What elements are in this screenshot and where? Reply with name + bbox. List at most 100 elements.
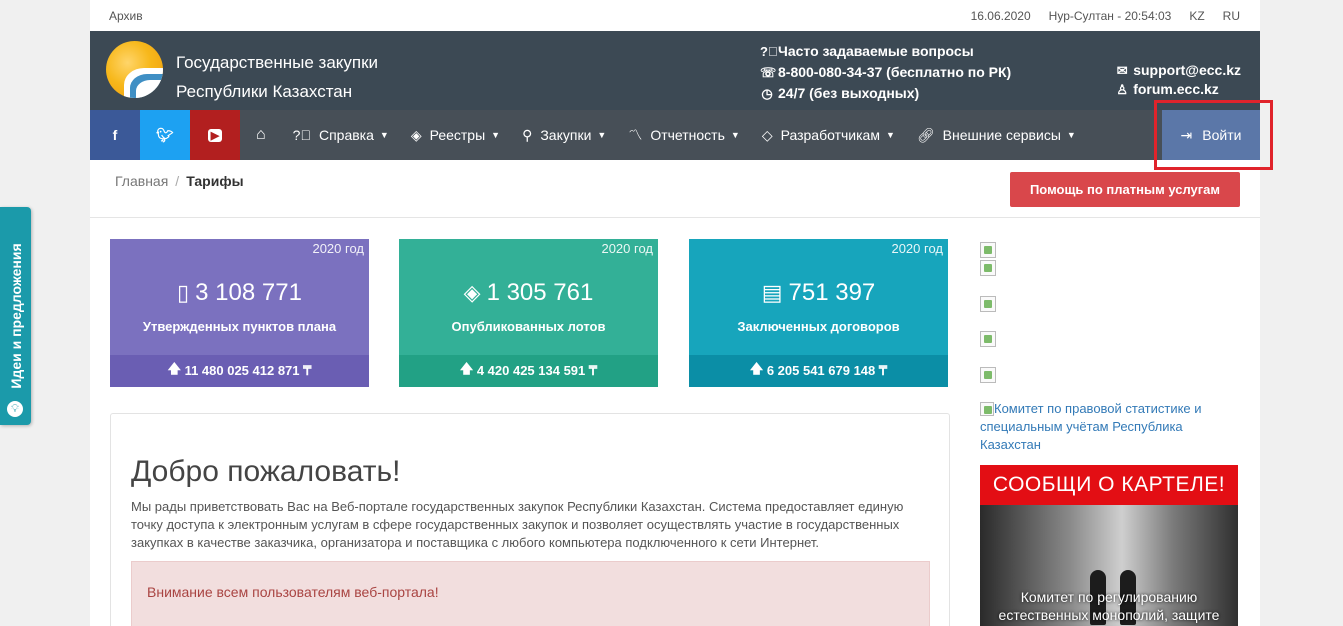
email-link[interactable]: support@ecc.kz [1133, 61, 1241, 80]
nav-external-services-label: Внешние сервисы [942, 127, 1061, 143]
caret-down-icon: ▼ [597, 130, 607, 140]
archive-link[interactable]: Архив [109, 9, 143, 23]
forum-row[interactable]: ♙ forum.ecc.kz [1115, 80, 1241, 99]
hours-row: ◷ 24/7 (без выходных) [760, 83, 1011, 104]
welcome-panel: Добро пожаловать! Мы рады приветствовать… [110, 413, 950, 626]
nav-registries-label: Реестры [429, 127, 486, 143]
page-container: Архив 16.06.2020 Нур-Султан - 20:54:03 K… [90, 0, 1260, 626]
caret-down-icon: ▼ [730, 130, 740, 140]
notebook-icon: ▯ [177, 280, 190, 305]
main-nav: f 🐦︎ ▶ ⌂ ?⃝ Справка ▼ ◈ Реестры ▼ ⚲ Заку… [90, 110, 1260, 160]
nav-developers-label: Разработчикам [780, 127, 880, 143]
nav-developers[interactable]: ◇ Разработчикам ▼ [751, 110, 906, 160]
city-time-text: Нур-Султан - 20:54:03 [1048, 9, 1172, 23]
card-label: Опубликованных лотов [451, 319, 606, 334]
card-footer: 🡅 4 420 425 134 591 ₸ [399, 355, 658, 387]
hours-text: 24/7 (без выходных) [778, 85, 920, 101]
link-icon: 🔗︎ [916, 126, 935, 143]
logo[interactable] [106, 41, 163, 98]
nav-purchases-label: Закупки [540, 127, 592, 143]
card-value: 751 397 [788, 279, 876, 306]
card-year: 2020 год [312, 241, 364, 256]
layers-icon: ◈ [463, 280, 481, 305]
phone-row: ☏ 8-800-080-34-37 (бесплатно по РК) [760, 62, 1011, 83]
ideas-tab-label: Идеи и предложения [7, 243, 24, 389]
card-value: 3 108 771 [195, 279, 302, 306]
header-links: ✉ support@ecc.kz ♙ forum.ecc.kz [1115, 61, 1241, 99]
top-strip-right: 16.06.2020 Нур-Султан - 20:54:03 KZ RU [971, 9, 1240, 23]
stat-card-plan[interactable]: 2020 год ▯ 3 108 771 Утвержденных пунктов… [110, 239, 369, 387]
email-row[interactable]: ✉ support@ecc.kz [1115, 61, 1241, 80]
card-amount: 4 420 425 134 591 ₸ [476, 363, 598, 378]
card-label: Утвержденных пунктов плана [142, 319, 337, 334]
twitter-icon: 🐦︎ [156, 126, 174, 143]
chart-line-icon: 〽 [628, 127, 643, 143]
banner-image-broken[interactable] [980, 242, 996, 258]
card-value-row: ◈ 1 305 761 [399, 279, 658, 307]
ideas-feedback-tab[interactable]: Идеи и предложения 💡︎ [0, 207, 31, 425]
alert-text: Внимание всем пользователям веб-портала! [147, 584, 439, 600]
nav-registries[interactable]: ◈ Реестры ▼ [400, 110, 511, 160]
breadcrumb-current: Тарифы [186, 173, 244, 189]
layers-icon: ◈ [410, 126, 422, 143]
attention-alert: Внимание всем пользователям веб-портала! [131, 561, 930, 626]
faq-row[interactable]: ?⃝ Часто задаваемые вопросы [760, 41, 1011, 62]
question-circle-icon: ?⃝ [292, 127, 311, 143]
banner-image-broken[interactable] [980, 331, 996, 347]
lang-ru-link[interactable]: RU [1223, 9, 1240, 23]
committee-link[interactable]: Комитет по правовой статистике и специал… [980, 400, 1225, 454]
lang-kz-link[interactable]: KZ [1189, 9, 1204, 23]
breadcrumb-separator: / [175, 173, 180, 189]
forum-link[interactable]: forum.ecc.kz [1133, 80, 1219, 99]
twitter-button[interactable]: 🐦︎ [140, 110, 190, 160]
caret-down-icon: ▼ [1066, 130, 1076, 140]
card-amount: 6 205 541 679 148 ₸ [766, 363, 888, 378]
site-title-line1: Государственные закупки [176, 53, 379, 72]
users-icon: ♙ [1116, 82, 1129, 97]
logo-ornament-core [136, 80, 163, 98]
cartel-banner-caption: Комитет по регулированию естественных мо… [998, 589, 1220, 623]
faq-link[interactable]: Часто задаваемые вопросы [778, 41, 974, 62]
cartel-banner-title: СООБЩИ О КАРТЕЛЕ! [980, 465, 1238, 505]
card-value: 1 305 761 [486, 279, 594, 306]
search-icon: ⚲ [522, 126, 533, 143]
banner-image-broken[interactable] [980, 296, 996, 312]
site-title[interactable]: Государственные закупки Республики Казах… [176, 48, 378, 106]
card-footer: 🡅 11 480 025 412 871 ₸ [110, 355, 369, 387]
card-year: 2020 год [601, 241, 653, 256]
stat-card-contracts[interactable]: 2020 год ▤ 751 397 Заключенных договоров … [689, 239, 948, 387]
book-open-icon: ▤ [761, 280, 783, 305]
login-highlight-box [1154, 100, 1273, 170]
question-circle-icon: ?⃝ [760, 44, 778, 59]
paid-services-help-button[interactable]: Помощь по платным услугам [1010, 172, 1240, 207]
clock-icon: ◷ [761, 86, 773, 101]
card-year: 2020 год [891, 241, 943, 256]
card-label: Заключенных договоров [737, 319, 900, 334]
broken-image-icon [980, 402, 994, 416]
envelope-icon: ✉ [1116, 63, 1128, 78]
card-footer: 🡅 6 205 541 679 148 ₸ [689, 355, 948, 387]
nav-purchases[interactable]: ⚲ Закупки ▼ [511, 110, 617, 160]
banner-image-broken[interactable] [980, 260, 996, 276]
card-amount: 11 480 025 412 871 ₸ [184, 363, 312, 378]
nav-help-label: Справка [318, 127, 374, 143]
facebook-button[interactable]: f [90, 110, 140, 160]
arrow-up-icon: 🡅 [459, 361, 477, 376]
site-title-line2: Республики Казахстан [176, 82, 353, 101]
caret-down-icon: ▼ [885, 130, 895, 140]
home-icon: ⌂ [256, 126, 266, 143]
facebook-icon: f [112, 127, 118, 143]
youtube-button[interactable]: ▶ [190, 110, 240, 160]
nav-external-services[interactable]: 🔗︎ Внешние сервисы ▼ [906, 110, 1087, 160]
arrow-up-icon: 🡅 [749, 361, 767, 376]
stat-card-lots[interactable]: 2020 год ◈ 1 305 761 Опубликованных лотов… [399, 239, 658, 387]
nav-help[interactable]: ?⃝ Справка ▼ [282, 110, 400, 160]
arrow-up-icon: 🡅 [167, 361, 185, 376]
banner-image-broken[interactable] [980, 367, 996, 383]
nav-reports[interactable]: 〽 Отчетность ▼ [617, 110, 750, 160]
breadcrumb-home[interactable]: Главная [115, 173, 168, 189]
site-header: Государственные закупки Республики Казах… [90, 31, 1260, 110]
cartel-banner[interactable]: СООБЩИ О КАРТЕЛЕ! Комитет по регулирован… [980, 465, 1238, 626]
home-button[interactable]: ⌂ [240, 110, 282, 160]
card-value-row: ▤ 751 397 [689, 279, 948, 307]
